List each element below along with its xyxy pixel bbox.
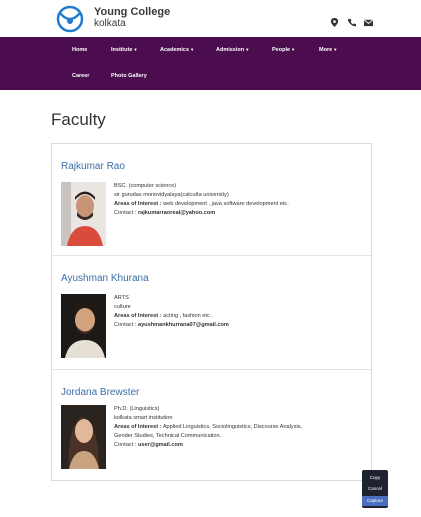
caret-down-icon: ▾ bbox=[134, 47, 137, 52]
faculty-details: Ph.D. (Linguistics) kolkata smart instit… bbox=[114, 405, 302, 450]
context-menu-capture[interactable]: Capture bbox=[362, 496, 388, 506]
faculty-card: Ayushman Khurana ARTS culture Areas of I… bbox=[52, 255, 371, 369]
context-menu: Copy Cancel Capture bbox=[362, 470, 388, 508]
interest-value: Applied Linguistics, Sociolinguistics, D… bbox=[162, 424, 303, 430]
nav-home-label: Home bbox=[72, 47, 88, 53]
nav-people[interactable]: People ▾ bbox=[272, 47, 294, 53]
nav-home[interactable]: Home bbox=[72, 47, 87, 53]
nav-admission-label: Admission bbox=[216, 47, 245, 53]
faculty-name[interactable]: Rajkumar Rao bbox=[61, 161, 125, 172]
phone-icon[interactable] bbox=[347, 14, 356, 27]
interest-label: Areas of Interest : bbox=[114, 313, 162, 319]
page-title: Faculty bbox=[51, 110, 106, 129]
faculty-institution: culture bbox=[114, 304, 131, 310]
college-logo[interactable] bbox=[55, 5, 85, 33]
caret-down-icon: ▾ bbox=[246, 47, 249, 52]
interest-label: Areas of Interest : bbox=[114, 201, 162, 207]
faculty-name[interactable]: Jordana Brewster bbox=[61, 387, 139, 398]
faculty-photo bbox=[61, 182, 106, 246]
faculty-details: ARTS culture Areas of Interest : acting … bbox=[114, 294, 229, 330]
interest-value: acting , fashion etc . bbox=[163, 313, 213, 319]
faculty-name[interactable]: Ayushman Khurana bbox=[61, 273, 149, 284]
nav-career-label: Career bbox=[72, 73, 90, 79]
contact-email[interactable]: rajkumarraoreal@yahoo.com bbox=[138, 210, 215, 216]
contact-email[interactable]: user@gmail.com bbox=[138, 442, 183, 448]
nav-photo-gallery[interactable]: Photo Gallery bbox=[111, 73, 147, 79]
caret-down-icon: ▾ bbox=[191, 47, 194, 52]
caret-down-icon: ▾ bbox=[334, 47, 337, 52]
nav-institute[interactable]: Institute ▾ bbox=[111, 47, 137, 53]
faculty-contact: Contact : user@gmail.com bbox=[114, 441, 302, 450]
contact-label: Contact : bbox=[114, 322, 137, 328]
caret-down-icon: ▾ bbox=[292, 47, 295, 52]
nav-academics-label: Academics bbox=[160, 47, 190, 53]
context-menu-copy[interactable]: Copy bbox=[362, 473, 388, 483]
interest-label: Areas of Interest : bbox=[114, 424, 162, 430]
envelope-icon[interactable] bbox=[363, 14, 374, 27]
faculty-institution: sir gurudas monovidyalaya(calcutta unive… bbox=[114, 192, 229, 198]
faculty-institution: kolkata smart institution bbox=[114, 415, 173, 421]
nav-career[interactable]: Career bbox=[72, 73, 89, 79]
nav-academics[interactable]: Academics ▾ bbox=[160, 47, 193, 53]
faculty-details: BSC. (computer science) sir gurudas mono… bbox=[114, 182, 289, 218]
context-menu-cancel[interactable]: Cancel bbox=[362, 484, 388, 494]
map-marker-icon[interactable] bbox=[330, 14, 339, 27]
faculty-degree: Ph.D. (Linguistics) bbox=[114, 406, 160, 412]
faculty-card: Jordana Brewster Ph.D. (Linguistics) kol… bbox=[52, 369, 371, 480]
contact-label: Contact : bbox=[114, 210, 137, 216]
header-contact-icons bbox=[330, 14, 374, 27]
nav-more[interactable]: More ▾ bbox=[319, 47, 336, 53]
faculty-list: Rajkumar Rao BSC. (computer science) sir… bbox=[51, 143, 372, 481]
nav-institute-label: Institute bbox=[111, 47, 133, 53]
faculty-interest-continued: Gender Studies, Technical Communication. bbox=[114, 433, 222, 439]
faculty-degree: BSC. (computer science) bbox=[114, 183, 177, 189]
faculty-card: Rajkumar Rao BSC. (computer science) sir… bbox=[52, 144, 371, 255]
college-city: kolkata bbox=[94, 18, 126, 29]
faculty-interest: Areas of Interest : web development , ja… bbox=[114, 200, 289, 209]
main-navbar: Home Institute ▾ Academics ▾ Admission ▾ Pe… bbox=[0, 37, 421, 90]
faculty-contact: Contact : ayushmankhurrana07@gmail.com bbox=[114, 321, 229, 330]
interest-value: web development , java software developm… bbox=[163, 201, 289, 207]
college-name: Young College bbox=[94, 6, 171, 18]
nav-more-label: More bbox=[319, 47, 333, 53]
contact-email[interactable]: ayushmankhurrana07@gmail.com bbox=[138, 322, 229, 328]
site-header: Young College kolkata bbox=[0, 0, 421, 37]
faculty-interest: Areas of Interest : Applied Linguistics,… bbox=[114, 423, 302, 432]
nav-people-label: People bbox=[272, 47, 291, 53]
contact-label: Contact : bbox=[114, 442, 137, 448]
faculty-degree: ARTS bbox=[114, 295, 129, 301]
faculty-photo bbox=[61, 294, 106, 358]
faculty-interest: Areas of Interest : acting , fashion etc… bbox=[114, 312, 229, 321]
faculty-contact: Contact : rajkumarraoreal@yahoo.com bbox=[114, 209, 289, 218]
faculty-photo bbox=[61, 405, 106, 469]
nav-admission[interactable]: Admission ▾ bbox=[216, 47, 248, 53]
nav-photo-gallery-label: Photo Gallery bbox=[111, 73, 147, 79]
